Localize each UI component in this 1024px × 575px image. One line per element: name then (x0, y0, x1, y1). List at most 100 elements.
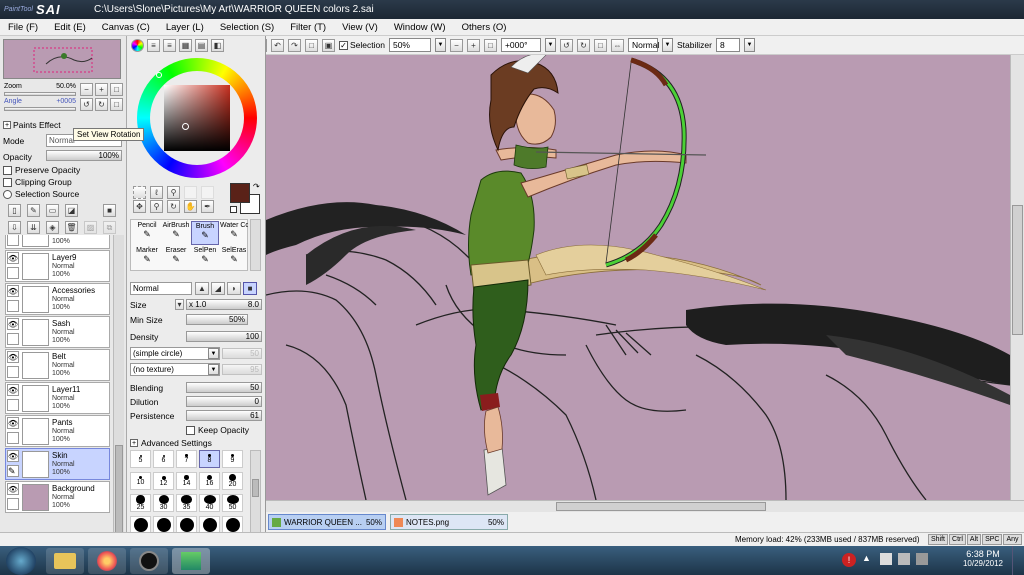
drawing-canvas[interactable] (266, 55, 1010, 500)
shape-dropdown-icon[interactable]: ▼ (208, 348, 219, 359)
document-tab[interactable]: NOTES.png 50% (390, 514, 508, 530)
brush-tool-water-color[interactable]: Water Color✎ (220, 221, 248, 245)
rgb-slider-tab-icon[interactable]: ≡ (147, 39, 160, 52)
nav-rotate-cw-icon[interactable]: ↻ (95, 98, 108, 111)
layer-row[interactable]: 👁 Sash Normal 100% (5, 316, 110, 348)
layers-scroll-thumb[interactable] (115, 445, 123, 535)
rotate-ccw-icon[interactable]: ↺ (559, 38, 573, 52)
menu-item[interactable]: File (F) (0, 22, 46, 33)
advanced-settings-header[interactable]: + Advanced Settings (130, 438, 212, 448)
copy-layer-icon[interactable]: ⧉ (103, 221, 116, 234)
brush-size-option[interactable]: 7 (176, 450, 197, 468)
paint-tool-sai-taskbar-icon[interactable] (172, 547, 210, 574)
layer-row[interactable]: 👁 Background Normal 100% (5, 481, 110, 513)
clipping-group-toggle[interactable]: Clipping Group (3, 177, 72, 187)
brush-tool-marker[interactable]: Marker ✎ (133, 246, 161, 270)
brush-size-option[interactable]: 40 (199, 494, 220, 512)
preserve-opacity-toggle[interactable]: Preserve Opacity (3, 165, 80, 175)
brush-tool-pencil[interactable]: Pencil ✎ (133, 221, 161, 245)
brush-tool-airbrush[interactable]: AirBrush ✎ (162, 221, 190, 245)
volume-icon[interactable] (898, 553, 910, 565)
layer-row[interactable]: 👁 Layer9 Normal 100% (5, 250, 110, 282)
edge-soft-icon[interactable]: ◗ (227, 282, 241, 295)
rotate-icon[interactable]: ↻ (167, 200, 180, 213)
layer-select-checkbox[interactable] (7, 235, 19, 246)
nav-zoom-reset-icon[interactable]: □ (110, 83, 123, 96)
media-player-taskbar-icon[interactable] (130, 547, 168, 574)
zoom-field[interactable]: 50% (388, 38, 431, 52)
horizontal-scroll-thumb[interactable] (556, 502, 766, 511)
primary-color-swatch[interactable] (230, 183, 250, 203)
delete-layer-icon[interactable]: 🗑 (65, 221, 78, 234)
zoom-slider[interactable] (4, 92, 76, 96)
layer-row[interactable]: 👁 Layer11 Normal 100% (5, 382, 110, 414)
show-desktop-button[interactable] (1012, 546, 1024, 575)
zoom-dropdown-icon[interactable]: ▼ (434, 38, 446, 52)
swap-colors-icon[interactable]: ↷ (253, 182, 260, 191)
zoom-icon[interactable]: ⚲ (150, 200, 163, 213)
brush-size-option[interactable]: 12 (153, 472, 174, 490)
brush-tool-selpen[interactable]: SelPen ✎ (191, 246, 219, 270)
blend-dropdown-icon[interactable]: ▼ (661, 38, 673, 52)
color-wheel[interactable] (137, 58, 257, 178)
brush-size-option[interactable]: 10 (130, 472, 151, 490)
selection-source-radio[interactable] (3, 189, 12, 199)
layer-select-checkbox[interactable] (7, 300, 19, 312)
persistence-slider[interactable]: 61 (186, 410, 262, 421)
brush-size-option[interactable]: 9 (222, 450, 243, 468)
layer-visibility-icon[interactable]: 👁 (7, 318, 19, 330)
deselect-icon[interactable]: □ (305, 38, 318, 52)
zoom-in-icon[interactable]: + (466, 38, 480, 52)
blend-mode-field[interactable]: Normal (627, 38, 659, 52)
layer-visibility-icon[interactable]: 👁 (7, 252, 19, 264)
keep-opacity-checkbox[interactable] (186, 425, 195, 435)
layer-select-checkbox[interactable] (7, 432, 19, 444)
brush-size-option[interactable]: 5 (130, 450, 151, 468)
brush-grid-scrollbar[interactable] (250, 219, 261, 271)
action-center-icon[interactable]: ! (842, 553, 856, 567)
layer-visibility-icon[interactable]: 👁 (7, 450, 19, 462)
transfer-down-icon[interactable]: ⇩ (8, 221, 21, 234)
color-wheel-tab-icon[interactable] (131, 39, 144, 52)
layers-scrollbar[interactable] (113, 235, 124, 547)
layer-visibility-icon[interactable]: 👁 (7, 351, 19, 363)
clock[interactable]: 6:38 PM 10/29/2012 (958, 549, 1008, 568)
layer-row[interactable]: 👁 Belt Normal 100% (5, 349, 110, 381)
apply-mask-icon[interactable]: ▨ (84, 221, 97, 234)
redo-icon[interactable]: ↷ (288, 38, 301, 52)
stabilizer-dropdown-icon[interactable]: ▼ (743, 38, 755, 52)
selection-toggle[interactable]: ✓ Selection (339, 40, 385, 50)
brush-tool-eraser[interactable]: Eraser ✎ (162, 246, 190, 270)
brush-size-option[interactable]: 14 (176, 472, 197, 490)
texture-strength-slider[interactable]: 95 (222, 364, 262, 375)
scratchpad-tab-icon[interactable]: ▤ (195, 39, 208, 52)
nav-zoom-in-icon[interactable]: + (95, 83, 108, 96)
layer-select-checkbox[interactable] (7, 333, 19, 345)
layer-select-checkbox[interactable] (7, 498, 19, 510)
opacity-slider[interactable]: 100% (46, 150, 122, 161)
brush-size-option[interactable]: 30 (153, 494, 174, 512)
show-hidden-icon[interactable]: ▲ (862, 553, 874, 565)
new-layer-icon[interactable]: ▯ (8, 204, 21, 217)
selection-source-toggle[interactable]: Selection Source (3, 189, 79, 199)
paints-effect-header[interactable]: + Paints Effect (3, 120, 61, 130)
brush-size-option[interactable]: 35 (176, 494, 197, 512)
stabilizer-field[interactable]: 8 (715, 38, 740, 52)
rect-select-icon[interactable] (133, 186, 146, 199)
angle-slider[interactable] (4, 107, 76, 111)
layer-row[interactable]: 👁 ✎ Skin Normal 100% (5, 448, 110, 480)
rotate-cw-icon[interactable]: ↻ (576, 38, 590, 52)
explorer-taskbar-icon[interactable] (46, 547, 84, 574)
navigator-preview[interactable] (3, 39, 121, 79)
menu-item[interactable]: View (V) (334, 22, 386, 33)
layer-mask-icon[interactable]: ◪ (65, 204, 78, 217)
mixer-tab-icon[interactable]: ◧ (211, 39, 224, 52)
dilution-slider[interactable]: 0 (186, 396, 262, 407)
layer-select-checkbox[interactable] (7, 366, 19, 378)
nav-rotate-reset-icon[interactable]: □ (110, 98, 123, 111)
keep-opacity-toggle[interactable]: Keep Opacity (186, 425, 249, 435)
nav-zoom-out-icon[interactable]: − (80, 83, 93, 96)
new-linework-layer-icon[interactable]: ✎ (27, 204, 40, 217)
color-sv-square[interactable] (164, 85, 230, 151)
brush-mode-select[interactable]: Normal (130, 282, 192, 295)
